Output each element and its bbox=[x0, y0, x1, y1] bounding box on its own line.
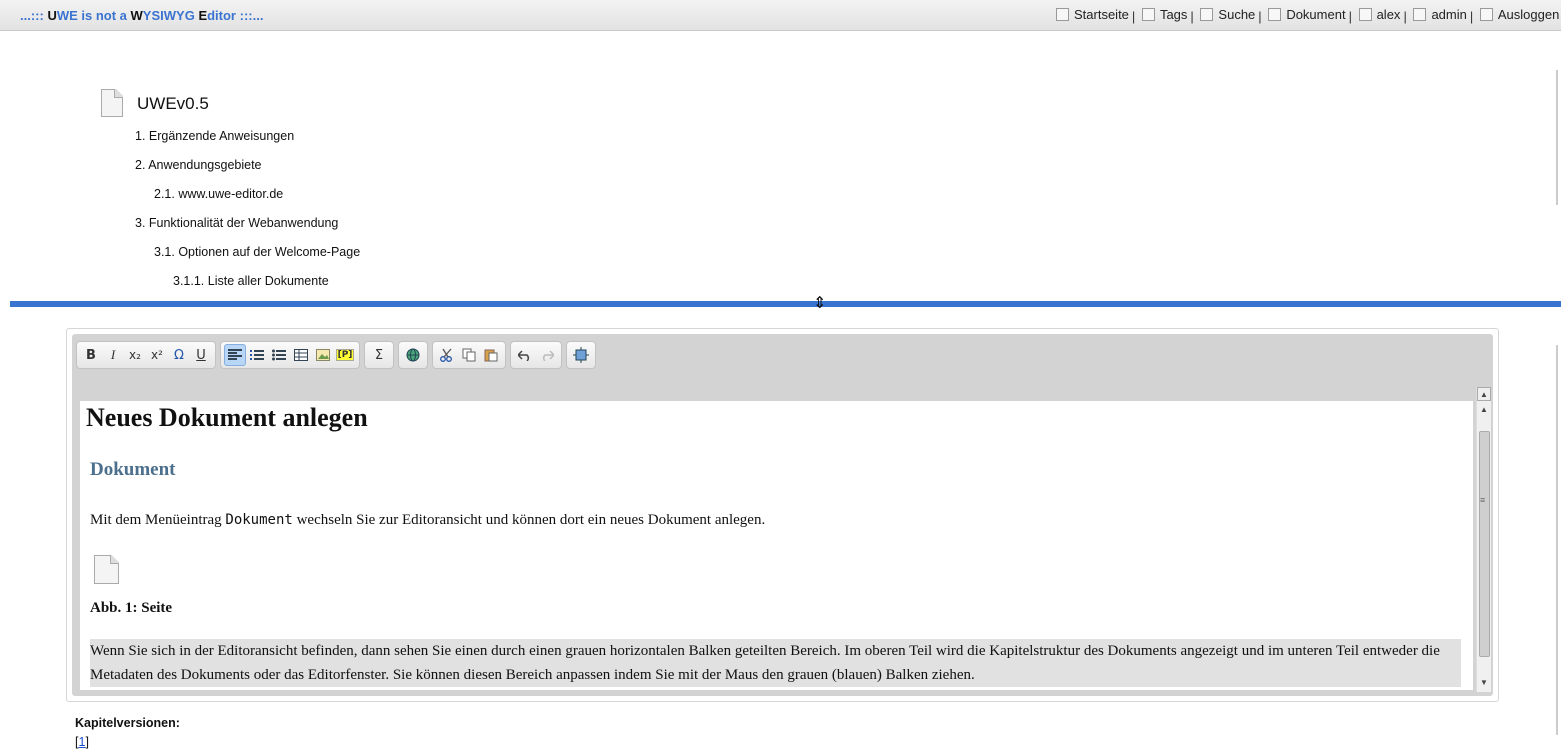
table-icon bbox=[294, 349, 308, 361]
redo-button[interactable] bbox=[536, 344, 558, 366]
paragraph-button[interactable]: [P] bbox=[334, 344, 356, 366]
menu-code: Dokument bbox=[225, 512, 293, 528]
scroll-thumb[interactable] bbox=[1479, 431, 1490, 657]
document-icon bbox=[101, 89, 123, 117]
toc-item[interactable]: 2. Anwendungsgebiete bbox=[135, 158, 262, 172]
home-icon bbox=[1056, 8, 1069, 21]
brand-title: ...::: UWE is not a WYSIWYG Editor :::..… bbox=[20, 8, 264, 23]
toc-title[interactable]: UWEv0.5 bbox=[137, 94, 209, 114]
image-icon bbox=[316, 349, 330, 361]
splitter-bar[interactable] bbox=[10, 301, 1561, 307]
ordered-list-icon bbox=[250, 350, 264, 360]
search-icon bbox=[1200, 8, 1214, 21]
scroll-top-icon[interactable]: ▲ bbox=[1477, 387, 1491, 401]
maximize-icon bbox=[573, 347, 589, 363]
scissors-icon bbox=[440, 348, 452, 362]
table-button[interactable] bbox=[290, 344, 312, 366]
italic-button[interactable]: I bbox=[102, 344, 124, 366]
paste-button[interactable] bbox=[480, 344, 502, 366]
close-icon bbox=[1479, 8, 1493, 21]
editor-content[interactable]: Neues Dokument anlegen Dokument Mit dem … bbox=[80, 401, 1473, 690]
format-group: B I x₂ x² Ω U bbox=[76, 341, 216, 369]
paste-icon bbox=[484, 349, 498, 362]
bullet-list-icon bbox=[272, 349, 286, 361]
special-char-button[interactable]: Ω bbox=[168, 344, 190, 366]
toc-item[interactable]: 3. Funktionalität der Webanwendung bbox=[135, 216, 338, 230]
cut-button[interactable] bbox=[436, 344, 458, 366]
nav-admin[interactable]: admin bbox=[1413, 7, 1467, 22]
versions-label: Kapitelversionen: bbox=[75, 716, 180, 730]
nav-document[interactable]: Dokument bbox=[1268, 7, 1346, 22]
underline-button[interactable]: U bbox=[190, 344, 212, 366]
toc-item[interactable]: 2.1. www.uwe-editor.de bbox=[154, 187, 283, 201]
history-group bbox=[510, 341, 562, 369]
nav-home[interactable]: Startseite bbox=[1056, 7, 1129, 22]
document-icon bbox=[1268, 8, 1282, 21]
clipboard-group bbox=[432, 341, 506, 369]
figure-caption: Abb. 1: Seite bbox=[90, 600, 173, 616]
page-scrollbar-top[interactable] bbox=[1556, 70, 1558, 205]
nav-user[interactable]: alex bbox=[1358, 7, 1400, 22]
toc-item[interactable]: 3.1. Optionen auf der Welcome-Page bbox=[154, 245, 360, 259]
top-bar: ...::: UWE is not a WYSIWYG Editor :::..… bbox=[0, 0, 1561, 31]
copy-icon bbox=[462, 348, 476, 362]
formula-group: Σ bbox=[364, 341, 394, 369]
tags-icon bbox=[1141, 8, 1155, 21]
copy-button[interactable] bbox=[458, 344, 480, 366]
toc-item[interactable]: 3.1.1. Liste aller Dokumente bbox=[173, 274, 329, 288]
nav-logout[interactable]: Ausloggen bbox=[1479, 7, 1559, 22]
link-group bbox=[398, 341, 428, 369]
bullet-list-button[interactable] bbox=[268, 344, 290, 366]
grip-icon: ≡ bbox=[1480, 495, 1486, 505]
section-heading: Dokument bbox=[90, 459, 176, 480]
align-left-button[interactable] bbox=[224, 344, 246, 366]
scroll-up-icon[interactable]: ▲ bbox=[1477, 403, 1491, 417]
align-left-icon bbox=[228, 349, 242, 360]
bold-button[interactable]: B bbox=[80, 344, 102, 366]
editor-scrollbar[interactable]: ▲ ▲ ≡ ▼ bbox=[1476, 387, 1491, 692]
editor-container: B I x₂ x² Ω U [P] Σ Neues Dokument anleg… bbox=[72, 334, 1493, 696]
toc-item[interactable]: 1. Ergänzende Anweisungen bbox=[135, 129, 294, 143]
superscript-button[interactable]: x² bbox=[146, 344, 168, 366]
image-button[interactable] bbox=[312, 344, 334, 366]
top-nav: Startseite | Tags | Suche | Dokument | alex |… bbox=[1056, 7, 1559, 24]
ordered-list-button[interactable] bbox=[246, 344, 268, 366]
maximize-group bbox=[566, 341, 596, 369]
redo-icon bbox=[542, 350, 554, 361]
subscript-button[interactable]: x₂ bbox=[124, 344, 146, 366]
paragraph-icon: [P] bbox=[335, 349, 355, 361]
nav-search[interactable]: Suche bbox=[1200, 7, 1255, 22]
formula-button[interactable]: Σ bbox=[368, 344, 390, 366]
nav-tags[interactable]: Tags bbox=[1141, 7, 1187, 22]
figure-image bbox=[94, 555, 119, 584]
highlighted-paragraph: Wenn Sie sich in der Editoransicht befin… bbox=[90, 639, 1461, 687]
maximize-button[interactable] bbox=[570, 344, 592, 366]
editor-frame: B I x₂ x² Ω U [P] Σ Neues Dokument anleg… bbox=[66, 328, 1499, 702]
user-icon bbox=[1358, 8, 1372, 21]
gear-icon bbox=[1413, 8, 1427, 21]
scroll-down-icon[interactable]: ▼ bbox=[1477, 676, 1491, 690]
editor-toolbar: B I x₂ x² Ω U [P] Σ bbox=[76, 341, 596, 369]
structure-group: [P] bbox=[220, 341, 360, 369]
page-scrollbar-bottom[interactable] bbox=[1556, 345, 1558, 735]
document-heading: Neues Dokument anlegen bbox=[86, 403, 368, 432]
paragraph: Mit dem Menüeintrag Dokument wechseln Si… bbox=[90, 512, 766, 528]
resize-cursor-icon: ⇕ bbox=[813, 295, 827, 312]
version-links: [1] bbox=[75, 735, 89, 749]
link-button[interactable] bbox=[402, 344, 424, 366]
undo-icon bbox=[518, 350, 530, 361]
globe-link-icon bbox=[406, 348, 420, 362]
undo-button[interactable] bbox=[514, 344, 536, 366]
